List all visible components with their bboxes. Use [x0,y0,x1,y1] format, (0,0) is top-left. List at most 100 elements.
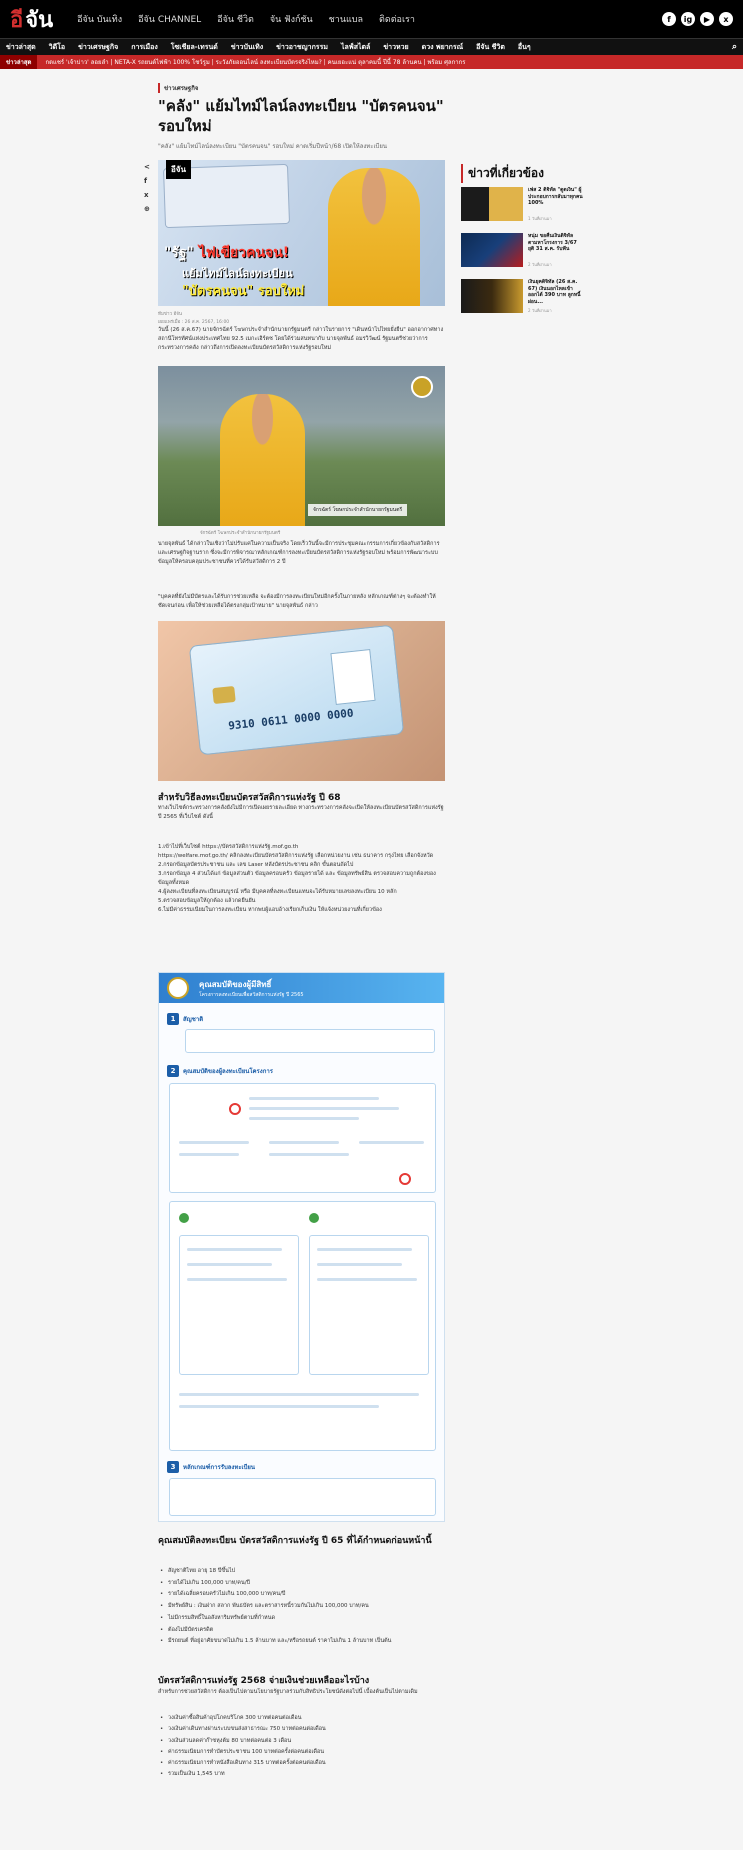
related-title[interactable]: เงินยุคดิจิทัล (26 ส.ค. 67) เงินนอกไหลเข… [528,279,583,305]
infographic-title: คุณสมบัติของผู้มีสิทธิ์ [199,980,272,989]
logo-mark: อี [10,6,24,33]
category-badge[interactable]: ข่าวเศรษฐกิจ [158,83,198,93]
related-date: 2 วันที่ผ่านมา [528,262,552,267]
paragraph: ทางเว็บไซต์กระทรวงการคลังยังไม่มีการเปิด… [158,805,444,820]
related-thumbnail[interactable] [461,279,523,313]
search-icon[interactable]: ⌕ [732,42,737,52]
top-link[interactable]: อีจัน CHANNEL [138,12,201,26]
hero-headline-a: "รัฐ" [164,245,194,261]
facebook-share-icon[interactable]: f [144,177,150,185]
author: ทีมข่าว อีจัน [158,312,182,317]
step-item: 1.เข้าไปที่เว็บไซต์ https://บัตรสวัสดิกา… [158,844,299,850]
section-title: หลักเกณฑ์การรับลงทะเบียน [183,1464,256,1471]
check-icon [179,1213,189,1223]
section-heading: คุณสมบัติลงทะเบียน บัตรสวัสดิการแห่งรัฐ … [158,1536,432,1546]
section-heading: บัตรสวัสดิการแห่งรัฐ 2568 จ่ายเงินช่วยเห… [158,1676,370,1686]
related-title[interactable]: หนุ่ม ขอคืนเงินดิจิทัล ตามหาโกรงการ 3/67… [528,233,583,253]
related-news-item[interactable]: หนุ่ม ขอคืนเงินดิจิทัล ตามหาโกรงการ 3/67… [461,233,581,269]
hero-line-3: "บัตรคนจน" รอบใหม่ [182,284,305,299]
info-box [185,1029,435,1053]
prohibit-icon [399,1173,411,1185]
section-number: 2 [167,1065,179,1077]
related-news-item[interactable]: เงินยุคดิจิทัล (26 ส.ค. 67) เงินนอกไหลเข… [461,279,581,315]
top-link[interactable]: อีจัน บันเทิง [77,12,122,26]
step-item: 5.ตรวจสอบข้อมูลให้ถูกต้อง แล้วกดยืนยัน [158,898,256,904]
nav-item[interactable]: ข่าวล่าสุด [6,42,36,53]
list-item: สัญชาติไทย อายุ 18 ปีขึ้นไป [160,1566,448,1578]
infographic: คุณสมบัติของผู้มีสิทธิ์ โครงการลงทะเบียน… [158,972,445,1522]
nav-item[interactable]: ข่าวหวย [383,42,408,53]
share-icon[interactable]: < [144,163,150,171]
section-number: 3 [167,1461,179,1473]
nav-item[interactable]: ข่าวอาชญากรรม [276,42,328,53]
logo-text: จัน [25,6,54,33]
check-icon [309,1213,319,1223]
list-item: วงเงินค่าเดินทางผ่านระบบขนส่งสาธารณะ 750… [160,1724,448,1736]
step-item: https://welfare.mof.go.th/ คลิกลงทะเบียน… [158,853,434,859]
paragraph: นายจุลพันธ์ ได้กล่าวในเชิงว่าไม่ปรับแค่ใ… [158,541,440,565]
info-box [169,1478,436,1516]
photo-box [330,649,376,705]
hero-headline: "รัฐ" ไฟเขียวคนจน! [164,242,289,264]
infographic-subtitle: โครงการลงทะเบียนเพื่อสวัสดิการแห่งรัฐ ปี… [199,992,304,998]
person-graphic [220,394,305,526]
welfare-card-image: 9310 0611 0000 0000 [158,621,445,781]
paragraph: สำหรับการช่วยสวัสดิการ ต้องเป็นไปตามนโยบ… [158,1689,418,1695]
article-title: "คลัง" แย้มไทม์ไลน์ลงทะเบียน "บัตรคนจน" … [158,97,444,135]
nav-item[interactable]: การเมือง [131,42,158,53]
list-item: มีทรัพย์สิน : เงินฝาก สลาก พันธบัตร และต… [160,1601,448,1613]
list-item: รวมเป็นเงิน 1,545 บาท [160,1769,448,1781]
gov-seal-icon [411,376,433,398]
article-subtitle: "คลัง" แย้มไทม์ไลน์ลงทะเบียน "บัตรคนจน" … [158,143,387,150]
list-item: ต้องไม่มีบัตรเครดิต [160,1625,448,1637]
instagram-icon[interactable]: ig [681,12,695,26]
top-link[interactable]: อีจัน ชีวิต [217,12,254,26]
top-link[interactable]: ติดต่อเรา [379,12,415,26]
person-graphic [328,168,420,306]
related-thumbnail[interactable] [461,233,523,267]
news-ticker: ข่าวล่าสุด กดแชร์ 'เจ้าบ่าว' ลอยลำ | NET… [0,55,743,69]
nav-item[interactable]: ข่าวบันเทิง [231,42,263,53]
nav-item[interactable]: อีจัน ชีวิต [476,42,505,53]
related-thumbnail[interactable] [461,187,523,221]
hero-ribbon: อีจัน [166,160,191,179]
nav-item[interactable]: ดวง พยากรณ์ [422,42,463,53]
list-item: ค่าธรรมเนียมการทำหนังสือเดินทาง 315 บาทต… [160,1758,448,1770]
list-item: มีรถยนต์ ที่อยู่อาศัยขนาดไม่เกิน 1.5 ล้า… [160,1636,448,1648]
related-news-item[interactable]: เฟส 2 ดิจิทัล "ดูดเงิน" ผู้ประกอบการกลับ… [461,187,583,223]
top-link[interactable]: ชานแบล [329,12,363,26]
related-date: 2 วันที่ผ่านมา [528,308,552,313]
x-icon[interactable]: x [719,12,733,26]
section-heading: สำหรับวิธีลงทะเบียนบัตรสวัสดิการแห่งรัฐ … [158,793,341,803]
facebook-icon[interactable]: f [662,12,676,26]
article-image: จักรฉัตร์ โฆษกประจำสำนักนายกรัฐมนตรี [158,366,445,526]
step-item: 4.ผู้ลงทะเบียนที่ลงทะเบียนสมบูรณ์ หรือ ม… [158,889,397,895]
paragraph: "บุคคลที่ยังไม่มีบัตรและได้รับการช่วยเหล… [158,594,436,609]
prohibit-icon [229,1103,241,1115]
list-item: วงเงินค่าซื้อสินค้าอุปโภคบริโภค 300 บาทต… [160,1713,448,1725]
list-item: รายได้เฉลี่ยครอบครัวไม่เกิน 100,000 บาท/… [160,1589,448,1601]
nav-item[interactable]: โซเชียล-เทรนด์ [171,42,218,53]
top-links: อีจัน บันเทิง อีจัน CHANNEL อีจัน ชีวิต … [77,12,415,26]
benefit-list: วงเงินค่าซื้อสินค้าอุปโภคบริโภค 300 บาทต… [160,1713,448,1781]
info-box [179,1235,299,1375]
x-share-icon[interactable]: x [144,191,150,199]
share-bar: < f x ⊕ [144,163,150,213]
youtube-icon[interactable]: ▶ [700,12,714,26]
info-box [309,1235,429,1375]
related-title[interactable]: เฟส 2 ดิจิทัล "ดูดเงิน" ผู้ประกอบการกลับ… [528,187,583,207]
nav-item[interactable]: วิดีโอ [49,42,65,53]
section-title: คุณสมบัติของผู้ลงทะเบียนโครงการ [183,1068,273,1075]
top-link[interactable]: จัน ฟังก์ชัน [270,12,313,26]
link-share-icon[interactable]: ⊕ [144,205,150,213]
nav-item[interactable]: อื่นๆ [518,42,531,53]
site-logo[interactable]: อี จัน [10,2,53,37]
steps-list: 1.เข้าไปที่เว็บไซต์ https://บัตรสวัสดิกา… [158,843,446,915]
infographic-section-3: 3 หลักเกณฑ์การรับลงทะเบียน [167,1461,255,1473]
lower-third: จักรฉัตร์ โฆษกประจำสำนักนายกรัฐมนตรี [308,504,408,516]
hero-image: อีจัน "รัฐ" ไฟเขียวคนจน! แย้มไทม์ไลน์ลงท… [158,160,445,306]
nav-item[interactable]: ข่าวเศรษฐกิจ [78,42,118,53]
ticker-text[interactable]: กดแชร์ 'เจ้าบ่าว' ลอยลำ | NETA-X รถยนต์ไ… [37,57,465,67]
list-item: ค่าธรรมเนียมการทำบัตรประชาชน 100 บาทต่อค… [160,1747,448,1759]
nav-item[interactable]: ไลฟ์สไตล์ [341,42,370,53]
